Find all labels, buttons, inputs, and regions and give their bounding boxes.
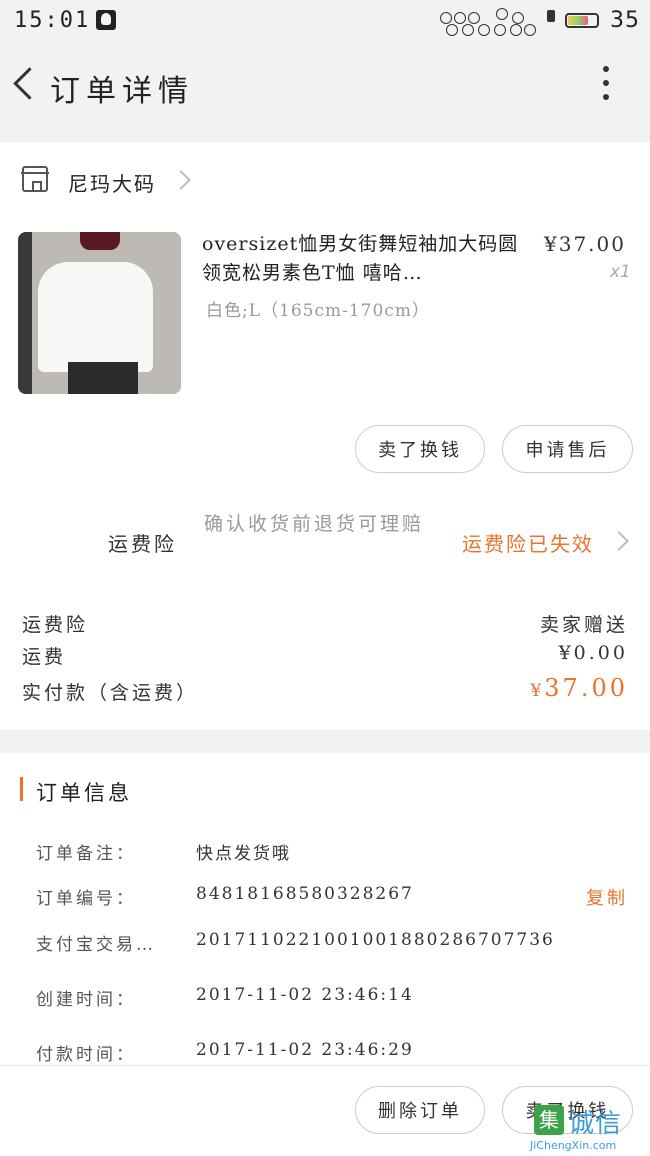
more-options-icon[interactable] [596, 66, 616, 102]
battery-icon [565, 13, 599, 28]
sell-for-money-button[interactable]: 卖了换钱 [355, 425, 485, 473]
chevron-right-icon[interactable] [609, 531, 629, 551]
battery-level: 35 [610, 8, 640, 33]
info-key: 创建时间： [36, 990, 136, 1010]
watermark-box: 集 [534, 1105, 564, 1135]
order-item-card: 尼玛大码 oversizet恤男女街舞短袖加大码圆领宽松男素色T恤 嘻哈… ¥3… [0, 142, 650, 730]
info-value: 84818168580328267 [196, 884, 414, 904]
alipay-transaction-row: 支付宝交易… 2017110221001001880286707736 [36, 930, 628, 960]
chevron-right-icon[interactable] [171, 170, 191, 190]
watermark-logo: 集 诚信 JiChengXin.com [530, 1103, 650, 1155]
shop-icon [21, 166, 49, 192]
qq-notification-icon [96, 10, 116, 30]
shop-name[interactable]: 尼玛大码 [68, 168, 156, 197]
watermark-text: 诚信 [568, 1109, 623, 1139]
info-value: 2017-11-02 23:46:29 [196, 1040, 414, 1060]
fee-value: ¥0.00 [558, 642, 628, 664]
product-spec: 白色;L（165cm-170cm） [206, 301, 430, 321]
product-title[interactable]: oversizet恤男女街舞短袖加大码圆领宽松男素色T恤 嘻哈… [202, 230, 522, 288]
order-number-row: 订单编号： 84818168580328267 复制 [36, 884, 628, 914]
section-accent-bar [20, 777, 23, 801]
currency-symbol: ¥ [530, 681, 545, 701]
info-key: 订单备注： [36, 844, 136, 864]
status-bar: 15:01 35 [0, 0, 650, 44]
back-arrow-icon[interactable] [6, 64, 42, 104]
order-info-card: 订单信息 订单备注： 快点发货哦 订单编号： 84818168580328267… [0, 753, 650, 1065]
info-key: 付款时间： [36, 1045, 136, 1065]
total-label: 实付款（含运费） [22, 682, 199, 704]
total-value: 37.00 [544, 674, 628, 702]
delete-order-button[interactable]: 删除订单 [355, 1086, 485, 1134]
shipping-insurance-status[interactable]: 运费险已失效 [462, 528, 594, 557]
fee-row-shipping: 运费 ¥0.00 [22, 642, 628, 672]
copy-button[interactable]: 复制 [586, 884, 628, 910]
fee-label: 运费险 [22, 614, 89, 636]
apply-after-sale-button[interactable]: 申请售后 [502, 425, 633, 473]
fee-label: 运费 [22, 646, 67, 668]
info-value: 2017110221001001880286707736 [196, 930, 555, 950]
total-amount: ¥37.00 [530, 674, 628, 702]
info-key: 支付宝交易… [36, 935, 156, 955]
info-key: 订单编号： [36, 889, 136, 909]
shipping-insurance-description: 确认收货前退货可理赔 [204, 513, 425, 535]
order-note-row: 订单备注： 快点发货哦 [36, 839, 628, 869]
nav-bar: 订单详情 [0, 44, 650, 142]
fee-row-insurance: 运费险 卖家赠送 [22, 610, 628, 640]
fee-row-total: 实付款（含运费） ¥37.00 [22, 674, 628, 708]
notification-icons [440, 8, 536, 38]
product-image[interactable] [18, 232, 181, 394]
watermark-url: JiChengXin.com [530, 1139, 617, 1152]
charging-icon [544, 10, 558, 30]
info-value: 快点发货哦 [196, 844, 291, 864]
fee-value: 卖家赠送 [539, 614, 628, 636]
order-info-title: 订单信息 [36, 781, 132, 805]
created-time-row: 创建时间： 2017-11-02 23:46:14 [36, 985, 628, 1015]
page-title: 订单详情 [50, 74, 194, 109]
status-time: 15:01 [14, 8, 91, 33]
product-quantity: x1 [610, 262, 631, 282]
shipping-insurance-label: 运费险 [108, 532, 177, 556]
product-price: ¥37.00 [544, 232, 626, 256]
info-value: 2017-11-02 23:46:14 [196, 985, 414, 1005]
